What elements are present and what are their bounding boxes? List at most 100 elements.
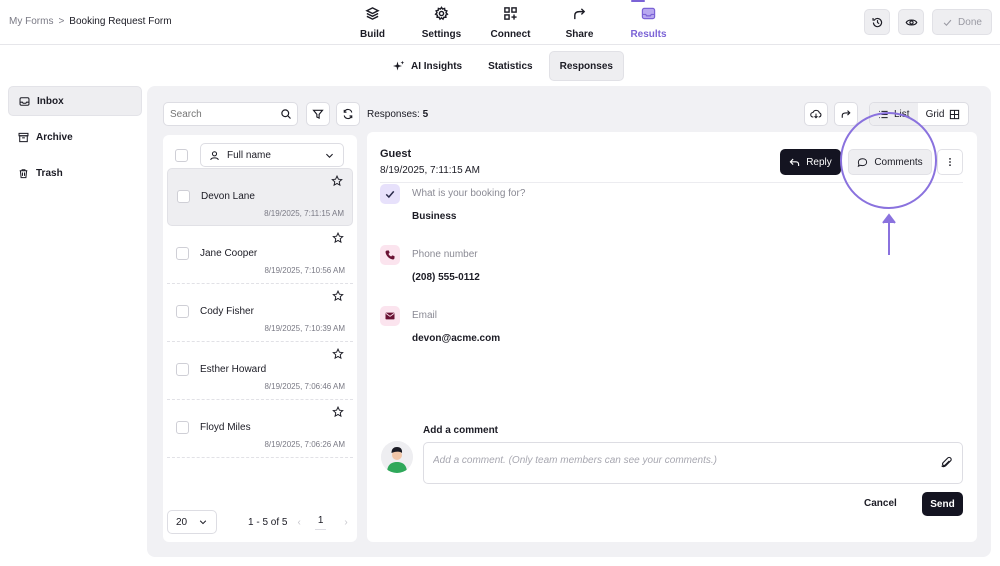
results-panel: Responses: 5 List Grid Full name [147, 86, 991, 557]
answer-icon [380, 245, 400, 265]
eye-icon [905, 18, 917, 26]
answer-value: Business [412, 211, 457, 222]
view-grid-label: Grid [925, 108, 945, 120]
sidebar-item-label: Archive [36, 131, 73, 143]
sidebar-item-trash[interactable]: Trash [8, 158, 142, 188]
list-item[interactable]: Esther Howard 8/19/2025, 7:06:46 AM [167, 342, 353, 400]
answer-value: devon@acme.com [412, 333, 501, 344]
refresh-button[interactable] [336, 102, 360, 126]
tab-responses-label: Responses [559, 60, 613, 72]
search-input[interactable] [170, 108, 270, 120]
reply-button[interactable]: Reply [780, 149, 841, 175]
star-icon[interactable] [332, 232, 344, 244]
tab-responses[interactable]: Responses [548, 51, 624, 81]
comment-input[interactable] [433, 455, 913, 466]
done-button[interactable]: Done [932, 9, 992, 35]
star-icon[interactable] [332, 348, 344, 360]
list-item[interactable]: Floyd Miles 8/19/2025, 7:06:26 AM [167, 400, 353, 458]
check-icon [385, 190, 395, 199]
more-options-button[interactable] [937, 149, 963, 175]
nav-build[interactable]: Build [338, 6, 407, 40]
nav-connect[interactable]: Connect [476, 6, 545, 40]
inbox-icon [641, 7, 656, 20]
column-select[interactable]: Full name [200, 143, 344, 167]
cloud-download-icon [810, 109, 822, 119]
avatar [381, 441, 413, 473]
question-label: Phone number [412, 249, 478, 260]
paperclip-icon[interactable] [940, 456, 953, 469]
history-icon [871, 17, 882, 27]
column-select-label: Full name [227, 149, 271, 161]
send-button[interactable]: Send [922, 492, 963, 516]
select-all-checkbox[interactable] [175, 148, 188, 162]
row-checkbox[interactable] [177, 190, 190, 203]
sidebar-item-inbox[interactable]: Inbox [8, 86, 142, 116]
page-info: 1 - 5 of 5 [248, 516, 288, 528]
view-list-label: List [894, 108, 910, 120]
results-subtabs: AI Insights Statistics Responses [383, 51, 624, 81]
tab-ai-insights[interactable]: AI Insights [383, 51, 472, 81]
page-size-value: 20 [176, 516, 188, 528]
row-checkbox[interactable] [176, 363, 189, 376]
tab-ai-insights-label: AI Insights [411, 60, 463, 72]
list-item[interactable]: Jane Cooper 8/19/2025, 7:10:56 AM [167, 226, 353, 284]
share-arrow-icon [574, 8, 586, 20]
page-number[interactable]: 1 [314, 515, 327, 530]
comments-button[interactable]: Comments [848, 149, 932, 175]
connect-icon [504, 7, 517, 20]
filter-button[interactable] [306, 102, 330, 126]
cancel-button[interactable]: Cancel [864, 498, 897, 509]
response-date: 8/19/2025, 7:11:15 AM [380, 165, 480, 176]
share-button[interactable] [834, 102, 858, 126]
list-item[interactable]: Devon Lane 8/19/2025, 7:11:15 AM [167, 168, 353, 226]
grid-icon [950, 109, 960, 119]
done-label: Done [958, 16, 982, 28]
star-icon[interactable] [332, 406, 344, 418]
nav-results[interactable]: Results [614, 6, 683, 40]
row-name: Devon Lane [201, 191, 255, 202]
pagination: 20 1 - 5 of 5 ‹ 1 › [167, 510, 353, 534]
history-button[interactable] [864, 9, 890, 35]
response-detail: Guest 8/19/2025, 7:11:15 AM Reply Commen… [367, 132, 977, 542]
preview-button[interactable] [898, 9, 924, 35]
answer-icon [380, 184, 400, 204]
tab-statistics[interactable]: Statistics [478, 51, 542, 81]
search-icon [281, 109, 291, 119]
question-label: Email [412, 310, 438, 321]
view-list-button[interactable]: List [870, 103, 918, 125]
row-checkbox[interactable] [176, 305, 189, 318]
breadcrumb-root[interactable]: My Forms [9, 16, 53, 27]
row-name: Floyd Miles [200, 422, 251, 433]
row-date: 8/19/2025, 7:06:26 AM [264, 440, 345, 449]
download-button[interactable] [804, 102, 828, 126]
star-icon[interactable] [332, 290, 344, 302]
breadcrumb-separator: > [58, 16, 65, 27]
nav-settings[interactable]: Settings [407, 6, 476, 40]
page-size-select[interactable]: 20 [167, 510, 217, 534]
view-grid-button[interactable]: Grid [918, 103, 969, 125]
row-checkbox[interactable] [176, 421, 189, 434]
prev-page-button[interactable]: ‹ [297, 517, 300, 528]
main-nav: Build Settings Connect Share Results [338, 6, 683, 40]
search-box[interactable] [163, 102, 298, 126]
reply-icon [789, 158, 800, 166]
view-toggle: List Grid [869, 102, 970, 126]
response-rows: Devon Lane 8/19/2025, 7:11:15 AM Jane Co… [167, 168, 353, 458]
next-page-button[interactable]: › [344, 517, 347, 528]
responses-count: Responses: 5 [367, 109, 428, 120]
sidebar-item-archive[interactable]: Archive [8, 122, 142, 152]
list-header: Full name [175, 143, 344, 167]
gear-icon [434, 6, 449, 21]
sparkle-icon [393, 60, 405, 71]
nav-share[interactable]: Share [545, 6, 614, 40]
add-comment-heading: Add a comment [423, 425, 499, 436]
star-icon[interactable] [331, 175, 343, 187]
nav-results-label: Results [630, 29, 667, 40]
archive-icon [18, 132, 29, 142]
top-bar: My Forms > Booking Request Form Build Se… [0, 0, 1000, 45]
tab-statistics-label: Statistics [488, 60, 533, 72]
list-item[interactable]: Cody Fisher 8/19/2025, 7:10:39 AM [167, 284, 353, 342]
comment-box[interactable] [423, 442, 963, 484]
inbox-icon [19, 96, 30, 106]
row-checkbox[interactable] [176, 247, 189, 260]
